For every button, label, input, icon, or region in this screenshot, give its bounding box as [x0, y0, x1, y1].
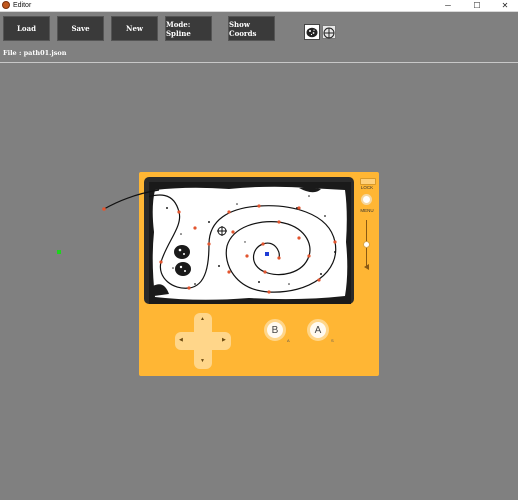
- selected-node[interactable]: [265, 252, 269, 256]
- spline-path[interactable]: [149, 194, 337, 293]
- rock-icon: [306, 27, 318, 38]
- mode-button[interactable]: Mode: Spline: [165, 16, 212, 41]
- new-button[interactable]: New: [111, 16, 158, 41]
- dpad-right-icon[interactable]: ▶: [222, 338, 226, 343]
- minimize-icon[interactable]: ─: [437, 0, 459, 11]
- move-tool-button[interactable]: [322, 25, 336, 39]
- rock-obstacle[interactable]: [174, 245, 190, 259]
- crank-slider[interactable]: [363, 241, 370, 248]
- rock-tool-button[interactable]: [304, 24, 320, 40]
- move-target-icon[interactable]: [217, 226, 227, 236]
- file-label: File : path01.json: [3, 49, 67, 57]
- lock-switch[interactable]: [360, 178, 376, 185]
- maximize-icon[interactable]: ☐: [466, 0, 488, 11]
- move-icon: [323, 27, 335, 39]
- path-start-node[interactable]: [102, 207, 106, 211]
- close-icon[interactable]: ✕: [494, 0, 516, 11]
- menu-button[interactable]: [361, 194, 372, 205]
- dpad-down-icon[interactable]: ▼: [200, 359, 205, 364]
- level-canvas[interactable]: [149, 182, 351, 304]
- dpad[interactable]: ▲ ▼ ◀ ▶: [175, 313, 231, 369]
- game-screen[interactable]: [149, 182, 351, 304]
- toolbar-separator: [0, 62, 518, 63]
- dpad-up-icon[interactable]: ▲: [200, 317, 205, 322]
- a-button[interactable]: A: [307, 319, 329, 341]
- lock-label: LOCK: [360, 185, 374, 190]
- window-titlebar: Editor ─ ☐ ✕: [0, 0, 518, 12]
- b-key-hint: A: [287, 338, 290, 343]
- playdate-device: LOCK MENU ▲ ▼ ◀ ▶ B A A S: [139, 172, 379, 376]
- a-key-hint: S: [331, 338, 334, 343]
- dpad-left-icon[interactable]: ◀: [179, 338, 183, 343]
- rock-obstacle[interactable]: [175, 262, 191, 276]
- crank-arrow-icon: [364, 264, 369, 270]
- load-button[interactable]: Load: [3, 16, 50, 41]
- window-title: Editor: [13, 2, 32, 9]
- origin-marker[interactable]: [57, 250, 61, 254]
- save-button[interactable]: Save: [57, 16, 104, 41]
- app-icon: [2, 1, 10, 9]
- menu-label: MENU: [360, 208, 374, 213]
- show-coords-button[interactable]: Show Coords: [228, 16, 275, 41]
- b-button[interactable]: B: [264, 319, 286, 341]
